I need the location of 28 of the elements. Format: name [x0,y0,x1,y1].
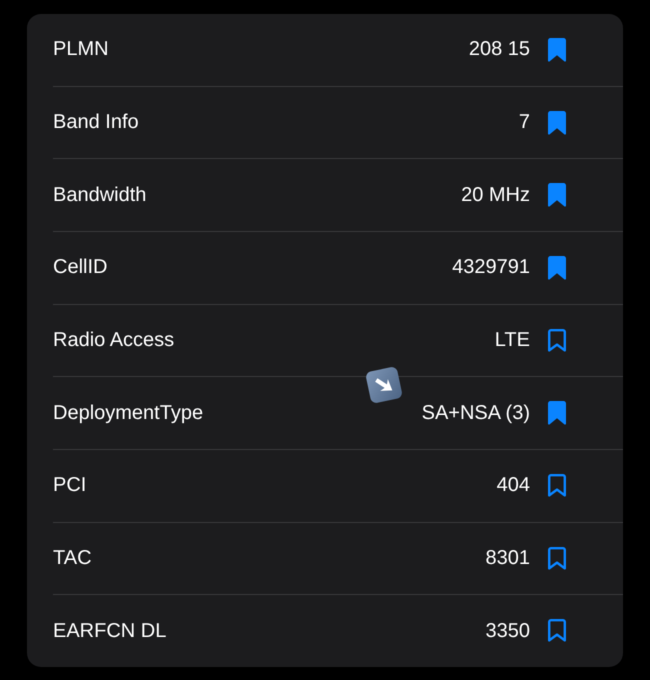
row-label: CellID [53,256,108,280]
row-value: 3350 [486,620,530,643]
row-value: 208 15 [468,38,530,62]
bookmark-icon[interactable] [548,474,566,498]
bookmark-icon[interactable] [548,401,566,426]
row-label: TAC [53,547,92,570]
row-label: Band Info [53,111,139,134]
row-label: DeploymentType [53,402,204,425]
bookmark-icon[interactable] [548,110,566,134]
row-value: LTE [494,329,530,352]
row-label: PCI [53,474,86,498]
row-label: Bandwidth [53,184,146,207]
row-value: 20 MHz [461,184,530,207]
bookmark-icon[interactable] [548,183,566,208]
bookmark-icon[interactable] [548,38,566,62]
row-value: 7 [518,111,530,134]
bookmark-icon[interactable] [548,546,566,571]
row-label: EARFCN DL [53,620,166,643]
row-value: SA+NSA (3) [422,402,530,425]
bookmark-icon[interactable] [548,256,566,280]
row-label: Radio Access [53,329,174,352]
row-value: 4329791 [452,256,530,280]
arrow-icon [366,367,402,403]
bookmark-icon[interactable] [548,619,566,644]
row-label: PLMN [53,38,109,62]
bookmark-icon[interactable] [548,328,566,353]
row-value: 8301 [486,547,530,570]
row-value: 404 [496,474,530,498]
